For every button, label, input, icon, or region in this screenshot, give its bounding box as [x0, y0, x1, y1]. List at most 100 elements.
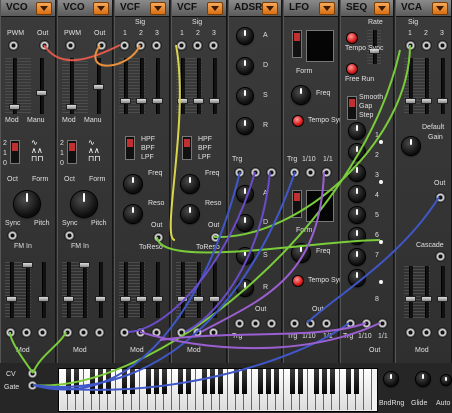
trg-jack-2[interactable]	[290, 319, 299, 328]
trg-jack[interactable]	[346, 319, 355, 328]
bend-range-knob[interactable]	[384, 372, 398, 386]
freq-knob[interactable]	[292, 86, 310, 104]
tempo-sync-toggle[interactable]	[347, 33, 357, 43]
cv-jack[interactable]	[28, 369, 37, 378]
black-key[interactable]	[329, 369, 335, 394]
step-7-knob[interactable]	[349, 249, 365, 265]
gate-jack[interactable]	[28, 381, 37, 390]
piano-keyboard[interactable]	[58, 368, 378, 412]
out-jack[interactable]	[211, 233, 220, 242]
mod-slider-2-handle[interactable]	[136, 296, 147, 302]
mod-jack-3[interactable]	[209, 328, 218, 337]
black-key[interactable]	[89, 369, 95, 394]
module-menu-button[interactable]	[432, 2, 448, 15]
fm-slider-2-handle[interactable]	[79, 262, 90, 268]
decay-knob[interactable]	[237, 58, 253, 74]
env-out-jack-4[interactable]	[267, 319, 276, 328]
release-knob-2[interactable]	[237, 280, 253, 296]
mod-jack-3[interactable]	[152, 328, 161, 337]
sig-slider-1-handle[interactable]	[405, 98, 416, 104]
mode-switch[interactable]	[347, 96, 357, 120]
sig-in-jack-3[interactable]	[438, 41, 447, 50]
mod-jack-3[interactable]	[438, 328, 447, 337]
step-2-knob[interactable]	[349, 144, 365, 160]
module-menu-button[interactable]	[207, 2, 223, 15]
black-key[interactable]	[209, 369, 215, 394]
mod-jack-2[interactable]	[193, 328, 202, 337]
black-key[interactable]	[241, 369, 247, 394]
sig-in-jack-1[interactable]	[120, 41, 129, 50]
black-key[interactable]	[353, 369, 359, 394]
sig-in-jack-1[interactable]	[406, 41, 415, 50]
fm-slider-2-handle[interactable]	[22, 262, 33, 268]
mod-slider-2-handle[interactable]	[421, 296, 432, 302]
mod-slider-1-handle[interactable]	[177, 296, 188, 302]
release-knob[interactable]	[237, 118, 253, 134]
gain-knob[interactable]	[402, 137, 420, 155]
module-menu-button[interactable]	[319, 2, 335, 15]
black-key[interactable]	[265, 369, 271, 394]
black-key[interactable]	[321, 369, 327, 394]
pwm-jack[interactable]	[66, 41, 75, 50]
black-key[interactable]	[153, 369, 159, 394]
manu-slider-handle[interactable]	[93, 84, 104, 90]
sig-in-jack-3[interactable]	[152, 41, 161, 50]
step-6-knob[interactable]	[349, 228, 365, 244]
sig-in-jack-2[interactable]	[193, 41, 202, 50]
glide-knob[interactable]	[416, 372, 430, 386]
mod-jack-1[interactable]	[63, 328, 72, 337]
black-key[interactable]	[161, 369, 167, 394]
mod-slider-3-handle[interactable]	[209, 296, 220, 302]
mod-jack-2[interactable]	[22, 328, 31, 337]
decay-knob-2[interactable]	[237, 215, 253, 231]
out-jack[interactable]	[40, 41, 49, 50]
black-key[interactable]	[257, 369, 263, 394]
attack-knob[interactable]	[237, 28, 253, 44]
black-key[interactable]	[145, 369, 151, 394]
freq-knob[interactable]	[181, 175, 199, 193]
mod-jack-1[interactable]	[406, 328, 415, 337]
sync-jack[interactable]	[8, 231, 17, 240]
attack-knob-2[interactable]	[237, 186, 253, 202]
reso-knob[interactable]	[181, 205, 199, 223]
black-key[interactable]	[345, 369, 351, 394]
auto-knob[interactable]	[441, 375, 451, 385]
freq-knob-2[interactable]	[292, 244, 310, 262]
mod-jack-3[interactable]	[95, 328, 104, 337]
tempo-sync-toggle-2[interactable]	[293, 276, 303, 286]
mod-jack-3[interactable]	[38, 328, 47, 337]
sig-in-jack-2[interactable]	[136, 41, 145, 50]
filter-type-switch[interactable]	[125, 136, 135, 160]
fm-slider-3-handle[interactable]	[95, 296, 106, 302]
black-key[interactable]	[177, 369, 183, 394]
sig-in-jack-3[interactable]	[209, 41, 218, 50]
mod-jack-2[interactable]	[79, 328, 88, 337]
step-5-knob[interactable]	[349, 207, 365, 223]
black-key[interactable]	[97, 369, 103, 394]
filter-type-switch[interactable]	[182, 136, 192, 160]
black-key[interactable]	[289, 369, 295, 394]
module-menu-button[interactable]	[150, 2, 166, 15]
black-key[interactable]	[121, 369, 127, 394]
out-jack[interactable]	[154, 233, 163, 242]
pwm-jack[interactable]	[9, 41, 18, 50]
sig-in-jack-2[interactable]	[422, 41, 431, 50]
form-switch-2[interactable]	[292, 190, 302, 218]
free-run-toggle[interactable]	[347, 64, 357, 74]
env-out-jack-1[interactable]	[251, 168, 260, 177]
sig-slider-2-handle[interactable]	[193, 98, 204, 104]
black-key[interactable]	[65, 369, 71, 394]
black-key[interactable]	[233, 369, 239, 394]
trg-jack[interactable]	[290, 168, 299, 177]
out-jack-1-1-2[interactable]	[322, 319, 331, 328]
black-key[interactable]	[129, 369, 135, 394]
freq-knob[interactable]	[124, 175, 142, 193]
sig-slider-3-handle[interactable]	[152, 98, 163, 104]
sustain-knob[interactable]	[237, 88, 253, 104]
mod-slider-3-handle[interactable]	[152, 296, 163, 302]
out-jack-1-1[interactable]	[378, 319, 387, 328]
env-out-jack-2[interactable]	[267, 168, 276, 177]
out-jack[interactable]	[436, 193, 445, 202]
black-key[interactable]	[273, 369, 279, 394]
step-8-knob[interactable]	[349, 270, 365, 286]
